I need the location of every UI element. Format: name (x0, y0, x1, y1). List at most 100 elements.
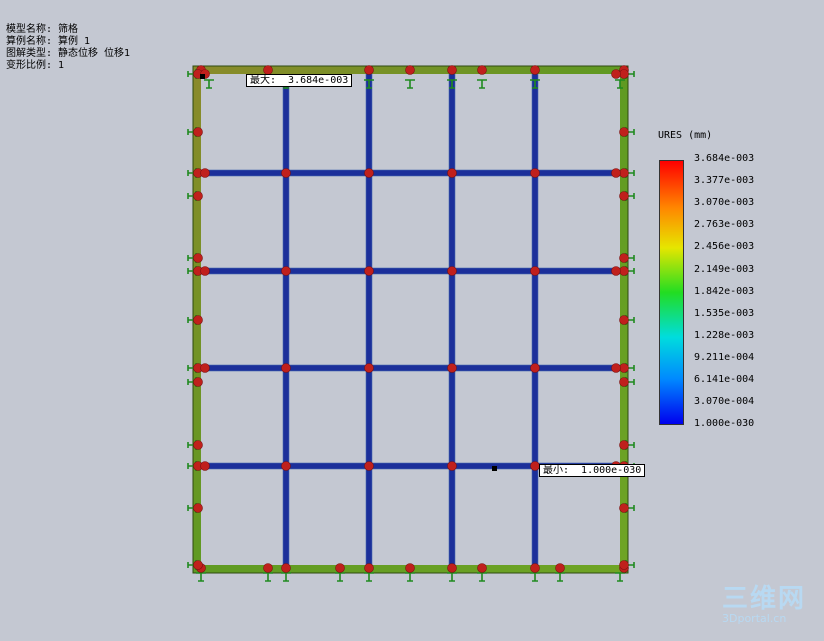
legend-tick-label: 9.211e-004 (694, 351, 755, 363)
load-marker (364, 65, 374, 75)
vertical-beam (282, 73, 290, 566)
outer-frame-beams (192, 65, 629, 574)
load-marker (193, 315, 203, 325)
load-marker (263, 563, 273, 573)
load-marker (555, 563, 565, 573)
fixture-symbol (447, 79, 457, 89)
fixture-symbol (196, 572, 206, 582)
vertical-beam (448, 73, 456, 566)
min-node-marker (492, 466, 497, 471)
horizontal-beam (200, 169, 621, 177)
load-marker (281, 266, 291, 276)
legend-tick-label: 1.000e-030 (694, 418, 755, 430)
load-marker (364, 363, 374, 373)
frame-border (193, 66, 628, 573)
load-marker (200, 168, 210, 178)
mesh-plot-viewport[interactable] (0, 0, 824, 641)
load-marker (193, 127, 203, 137)
load-marker (447, 363, 457, 373)
load-marker (193, 377, 203, 387)
load-marker (530, 363, 540, 373)
legend-tick-label: 1.535e-003 (694, 307, 755, 319)
fixture-symbol (477, 79, 487, 89)
load-marker (447, 563, 457, 573)
watermark-brand: 三维网 (722, 584, 807, 614)
legend-tick-label: 3.377e-003 (694, 175, 755, 187)
load-marker (619, 127, 629, 137)
load-marker (281, 461, 291, 471)
load-marker (405, 65, 415, 75)
legend-tick-label: 3.684e-003 (694, 153, 755, 164)
load-marker (530, 266, 540, 276)
legend-tick-label: 3.070e-004 (694, 396, 755, 408)
load-marker (193, 440, 203, 450)
legend-tick-label: 1.842e-003 (694, 285, 755, 297)
fixture-symbol (281, 572, 291, 582)
load-marker (364, 266, 374, 276)
max-node-marker (200, 74, 205, 79)
load-marker (281, 563, 291, 573)
load-marker (619, 560, 629, 570)
fixture-symbol (555, 572, 565, 582)
load-marker (619, 363, 629, 373)
frame-outline (192, 65, 629, 574)
load-marker (611, 69, 621, 79)
load-marker (200, 363, 210, 373)
load-marker (530, 65, 540, 75)
fixture-symbol (477, 572, 487, 582)
load-marker (193, 560, 203, 570)
load-marker (477, 65, 487, 75)
legend-tick-label: 1.228e-003 (694, 329, 755, 341)
legend-tick-label: 6.141e-004 (694, 374, 755, 385)
legend-tick-label: 2.456e-003 (694, 241, 755, 253)
load-marker (619, 377, 629, 387)
load-marker (447, 168, 457, 178)
load-marker (193, 253, 203, 263)
load-marker (619, 315, 629, 325)
fixture-symbol (405, 79, 415, 89)
load-marker (611, 168, 621, 178)
watermark-url: 3Dportal.cn (722, 612, 787, 625)
fixture-symbol (530, 79, 540, 89)
fixture-symbol (405, 572, 415, 582)
load-marker (281, 363, 291, 373)
load-marker (447, 461, 457, 471)
fixture-symbol (447, 572, 457, 582)
watermark-logo: 三维网 3Dportal.cn (722, 585, 806, 625)
load-markers (193, 65, 629, 573)
fixture-symbol (364, 572, 374, 582)
load-marker (619, 191, 629, 201)
legend-tick-label: 2.763e-003 (694, 219, 755, 231)
legend-tick-label: 3.070e-003 (694, 197, 755, 209)
load-marker (619, 440, 629, 450)
load-marker (619, 253, 629, 263)
load-marker (193, 191, 203, 201)
vertical-beam (531, 73, 539, 566)
load-marker (200, 266, 210, 276)
load-marker (619, 266, 629, 276)
fixture-symbol (263, 572, 273, 582)
inner-grid-beams (200, 73, 621, 566)
load-marker (335, 563, 345, 573)
load-marker (405, 563, 415, 573)
load-marker (364, 461, 374, 471)
fixture-symbols (187, 69, 635, 582)
load-marker (530, 168, 540, 178)
legend-color-bar (659, 160, 684, 425)
load-marker (611, 266, 621, 276)
load-marker (611, 363, 621, 373)
load-marker (530, 563, 540, 573)
load-marker (364, 563, 374, 573)
min-value-tag: 最小: 1.000e-030 (539, 464, 646, 477)
load-marker (364, 168, 374, 178)
fixture-symbol (364, 79, 374, 89)
legend-tick-label: 2.149e-003 (694, 263, 755, 275)
vertical-beam (365, 73, 373, 566)
load-marker (200, 461, 210, 471)
load-marker (447, 65, 457, 75)
horizontal-beam (200, 267, 621, 275)
legend-title: URES (mm) (658, 130, 713, 141)
load-marker (619, 69, 629, 79)
load-marker (619, 168, 629, 178)
load-marker (447, 266, 457, 276)
